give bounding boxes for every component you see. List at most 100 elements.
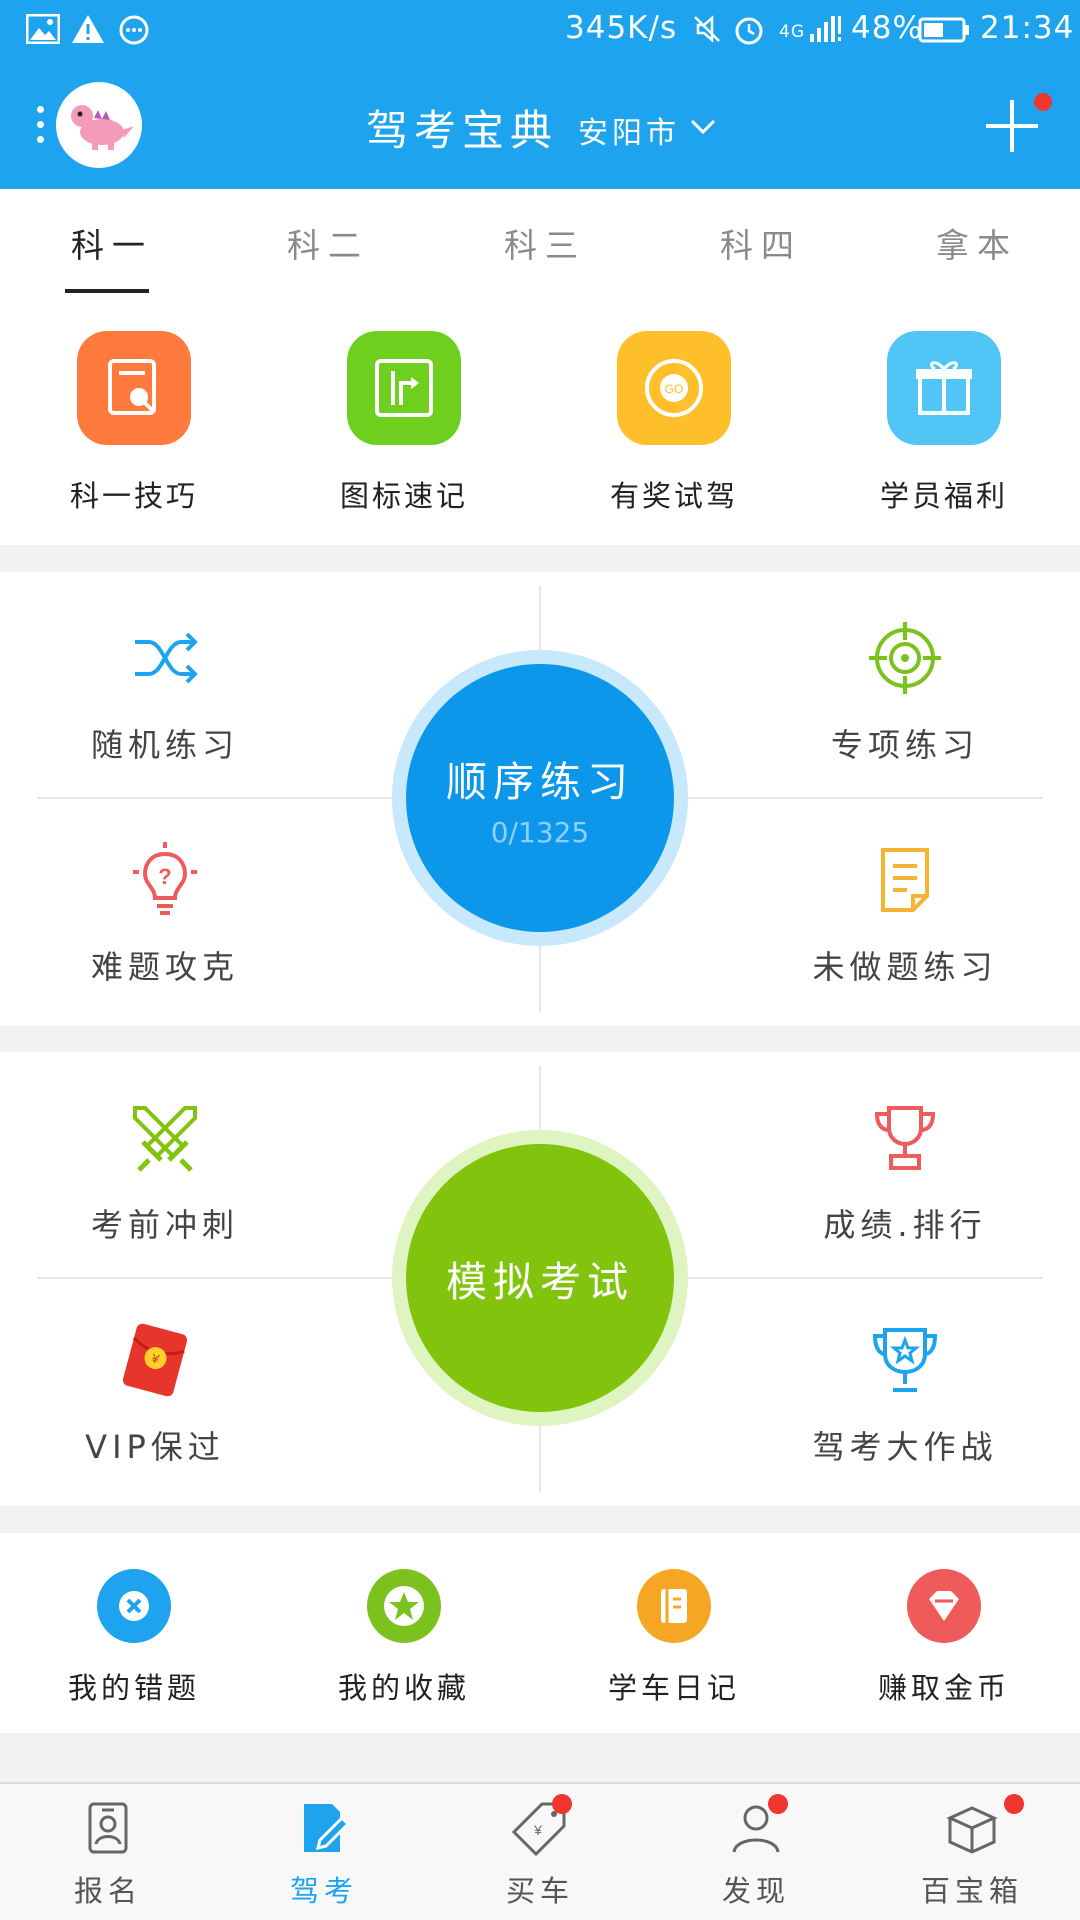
cell-label: 成绩.排行 (823, 1206, 987, 1244)
nav-label: 百宝箱 (920, 1874, 1023, 1908)
add-badge (1034, 93, 1052, 111)
mine-label: 赚取金币 (877, 1671, 1010, 1705)
bulb-question-icon: ? (133, 842, 197, 915)
pre-exam-sprint[interactable]: 考前冲刺 (40, 1098, 290, 1246)
avatar[interactable] (56, 82, 142, 168)
nav-label: 报名 (73, 1874, 142, 1908)
net-speed: 345K/s (565, 10, 678, 46)
active-tab-indicator (65, 289, 149, 293)
battery-percent: 48% (851, 10, 923, 46)
undone-practice[interactable]: 未做题练习 (780, 840, 1030, 988)
my-tools: 我的错题 我的收藏 学车日记 赚取金币 (0, 1533, 1080, 1733)
target-icon (869, 622, 941, 694)
app-title: 驾考宝典 (366, 106, 559, 155)
red-envelope-icon: ¥ (122, 1323, 188, 1397)
add-button[interactable] (986, 100, 1038, 152)
nav-label: 发现 (721, 1874, 790, 1908)
cell-label: 驾考大作战 (812, 1428, 998, 1466)
cell-label: 考前冲刺 (90, 1206, 239, 1244)
city-label: 安阳市 (578, 116, 680, 151)
nav-buy-car[interactable]: ¥ 买车 (450, 1800, 630, 1910)
cell-label: 随机练习 (90, 726, 239, 764)
my-wrong-questions[interactable]: 我的错题 (34, 1569, 234, 1707)
discover-badge (768, 1794, 788, 1814)
tab-ke2[interactable]: 科二 (287, 219, 369, 267)
practice-panel: 随机练习 专项练习 ? 难题攻克 未做题练习 顺序练习 0/1325 (0, 572, 1080, 1026)
cell-label: 专项练习 (830, 726, 979, 764)
shuffle-icon (135, 632, 198, 684)
id-card-icon (88, 1802, 128, 1854)
my-favorites[interactable]: 我的收藏 (304, 1569, 504, 1707)
special-practice[interactable]: 专项练习 (780, 618, 1030, 766)
exam-panel: 考前冲刺 成绩.排行 ¥ VIP保过 驾考大作战 模拟考试 (0, 1052, 1080, 1506)
pink-dinosaur-icon (71, 105, 134, 150)
diary-icon (637, 1569, 711, 1643)
nav-treasure-box[interactable]: 百宝箱 (882, 1800, 1062, 1910)
earn-coins[interactable]: 赚取金币 (844, 1569, 1044, 1707)
tile-ke1-tips[interactable]: 科一技巧 (34, 331, 234, 515)
cell-label: 未做题练习 (812, 948, 998, 986)
cell-label: 难题攻克 (90, 948, 239, 986)
driving-diary[interactable]: 学车日记 (574, 1569, 774, 1707)
note-icon (881, 848, 929, 912)
gallery-icon (26, 14, 60, 44)
alarm-icon (735, 17, 763, 45)
mine-label: 我的收藏 (337, 1671, 470, 1705)
tile-label: 学员福利 (879, 479, 1008, 513)
app-root: 345K/s 4G 48% 21:34 驾考宝典 安阳市 科一 科二 科三 科四… (0, 0, 1080, 1920)
mock-exam-button[interactable]: 模拟考试 (406, 1144, 674, 1412)
vip-pass[interactable]: ¥ VIP保过 (30, 1320, 280, 1468)
go-wheel-icon: GO (617, 331, 731, 445)
mine-label: 我的错题 (67, 1671, 200, 1705)
svg-text:GO: GO (665, 382, 684, 396)
quick-tiles: 科一技巧 图标速记 GO 有奖试驾 学员福利 (0, 297, 1080, 545)
crossed-swords-icon (133, 1106, 197, 1172)
hard-questions[interactable]: ? 难题攻克 (40, 840, 290, 988)
exam-battle[interactable]: 驾考大作战 (780, 1320, 1030, 1468)
cell-label: VIP保过 (85, 1428, 225, 1466)
box-icon (946, 1806, 998, 1854)
svg-text:?: ? (158, 864, 171, 889)
tile-test-drive[interactable]: GO 有奖试驾 (574, 331, 774, 515)
tab-ke4[interactable]: 科四 (720, 219, 802, 267)
nav-discover[interactable]: 发现 (666, 1800, 846, 1910)
mine-label: 学车日记 (607, 1671, 740, 1705)
svg-text:¥: ¥ (533, 1822, 542, 1838)
nav-label: 驾考 (289, 1874, 358, 1908)
mock-exam-label: 模拟考试 (446, 1258, 634, 1306)
clock: 21:34 (980, 10, 1075, 46)
menu-dots-icon[interactable] (37, 106, 45, 151)
tile-label: 有奖试驾 (609, 479, 738, 513)
edit-doc-icon (304, 1804, 351, 1852)
chevron-down-icon (690, 119, 716, 135)
treasure-box-badge (1004, 1794, 1024, 1814)
nav-driving-test[interactable]: 驾考 (234, 1800, 414, 1910)
road-sign-icon (347, 331, 461, 445)
sequential-practice-button[interactable]: 顺序练习 0/1325 (406, 664, 674, 932)
buy-car-badge (552, 1794, 572, 1814)
network-type: 4G (779, 22, 805, 42)
diamond-icon (907, 1569, 981, 1643)
tile-sign-memo[interactable]: 图标速记 (304, 331, 504, 515)
sequential-practice-label: 顺序练习 (446, 757, 634, 806)
sequential-progress: 0/1325 (490, 815, 590, 849)
bottom-nav: 报名 驾考 ¥ 买车 发现 百宝箱 (0, 1782, 1080, 1920)
score-ranking[interactable]: 成绩.排行 (780, 1098, 1030, 1246)
nav-label: 买车 (505, 1874, 574, 1908)
subject-tabs: 科一 科二 科三 科四 拿本 (0, 189, 1080, 297)
tile-welfare[interactable]: 学员福利 (844, 331, 1044, 515)
wrong-icon (97, 1569, 171, 1643)
mute-icon (694, 15, 720, 43)
warning-icon (72, 15, 104, 43)
signal-icon (810, 16, 841, 42)
tab-naben[interactable]: 拿本 (936, 219, 1018, 267)
tab-ke1[interactable]: 科一 (71, 219, 153, 267)
random-practice[interactable]: 随机练习 (40, 618, 290, 766)
certificate-icon (77, 331, 191, 445)
tab-ke3[interactable]: 科三 (504, 219, 586, 267)
city-selector[interactable]: 安阳市 (578, 104, 718, 151)
top-bar: 345K/s 4G 48% 21:34 驾考宝典 安阳市 (0, 0, 1080, 189)
trophy-icon (874, 1106, 936, 1170)
nav-register[interactable]: 报名 (18, 1800, 198, 1910)
battery-icon (918, 17, 969, 43)
